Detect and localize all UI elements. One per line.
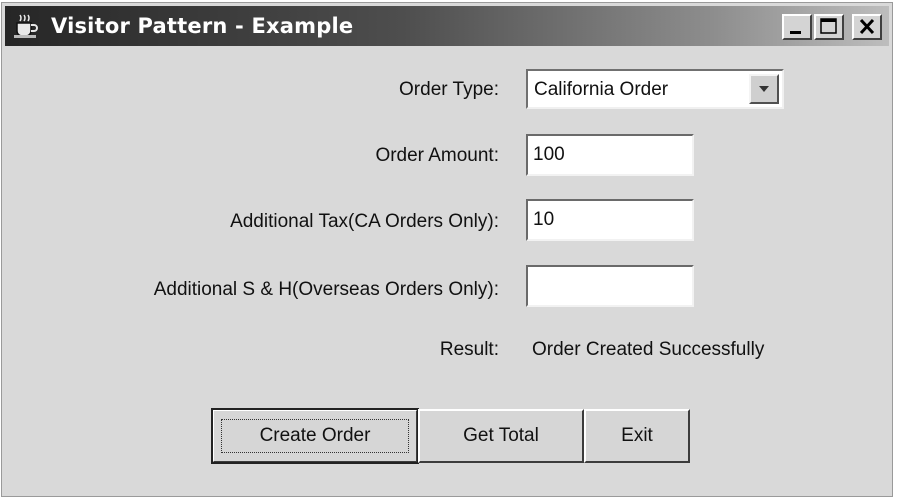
additional-tax-input[interactable]: 10 — [526, 199, 694, 241]
application-window: Visitor Pattern - Example Order Type: Ca… — [1, 2, 893, 497]
window-title: Visitor Pattern - Example — [51, 14, 354, 38]
get-total-button[interactable]: Get Total — [418, 409, 584, 463]
additional-sh-label: Additional S & H(Overseas Orders Only): — [153, 279, 499, 300]
create-order-label: Create Order — [259, 425, 371, 446]
minimize-button[interactable] — [782, 14, 812, 40]
dropdown-arrow-icon[interactable] — [749, 74, 779, 104]
exit-button[interactable]: Exit — [584, 409, 690, 463]
result-label: Result: — [439, 339, 499, 360]
additional-tax-label: Additional Tax(CA Orders Only): — [230, 211, 499, 232]
order-amount-label: Order Amount: — [375, 145, 499, 166]
title-bar[interactable]: Visitor Pattern - Example — [5, 6, 889, 46]
order-amount-input[interactable]: 100 — [526, 134, 694, 176]
order-type-dropdown[interactable]: California Order — [526, 69, 784, 109]
exit-label: Exit — [621, 425, 653, 446]
order-type-label: Order Type: — [399, 79, 499, 100]
maximize-button[interactable] — [814, 14, 844, 40]
create-order-button[interactable]: Create Order — [211, 408, 419, 464]
order-type-selected-value: California Order — [534, 79, 669, 100]
additional-sh-input[interactable] — [526, 265, 694, 307]
close-button[interactable] — [852, 14, 882, 40]
coffee-cup-icon — [11, 13, 41, 39]
result-value: Order Created Successfully — [532, 339, 765, 360]
get-total-label: Get Total — [463, 425, 539, 446]
